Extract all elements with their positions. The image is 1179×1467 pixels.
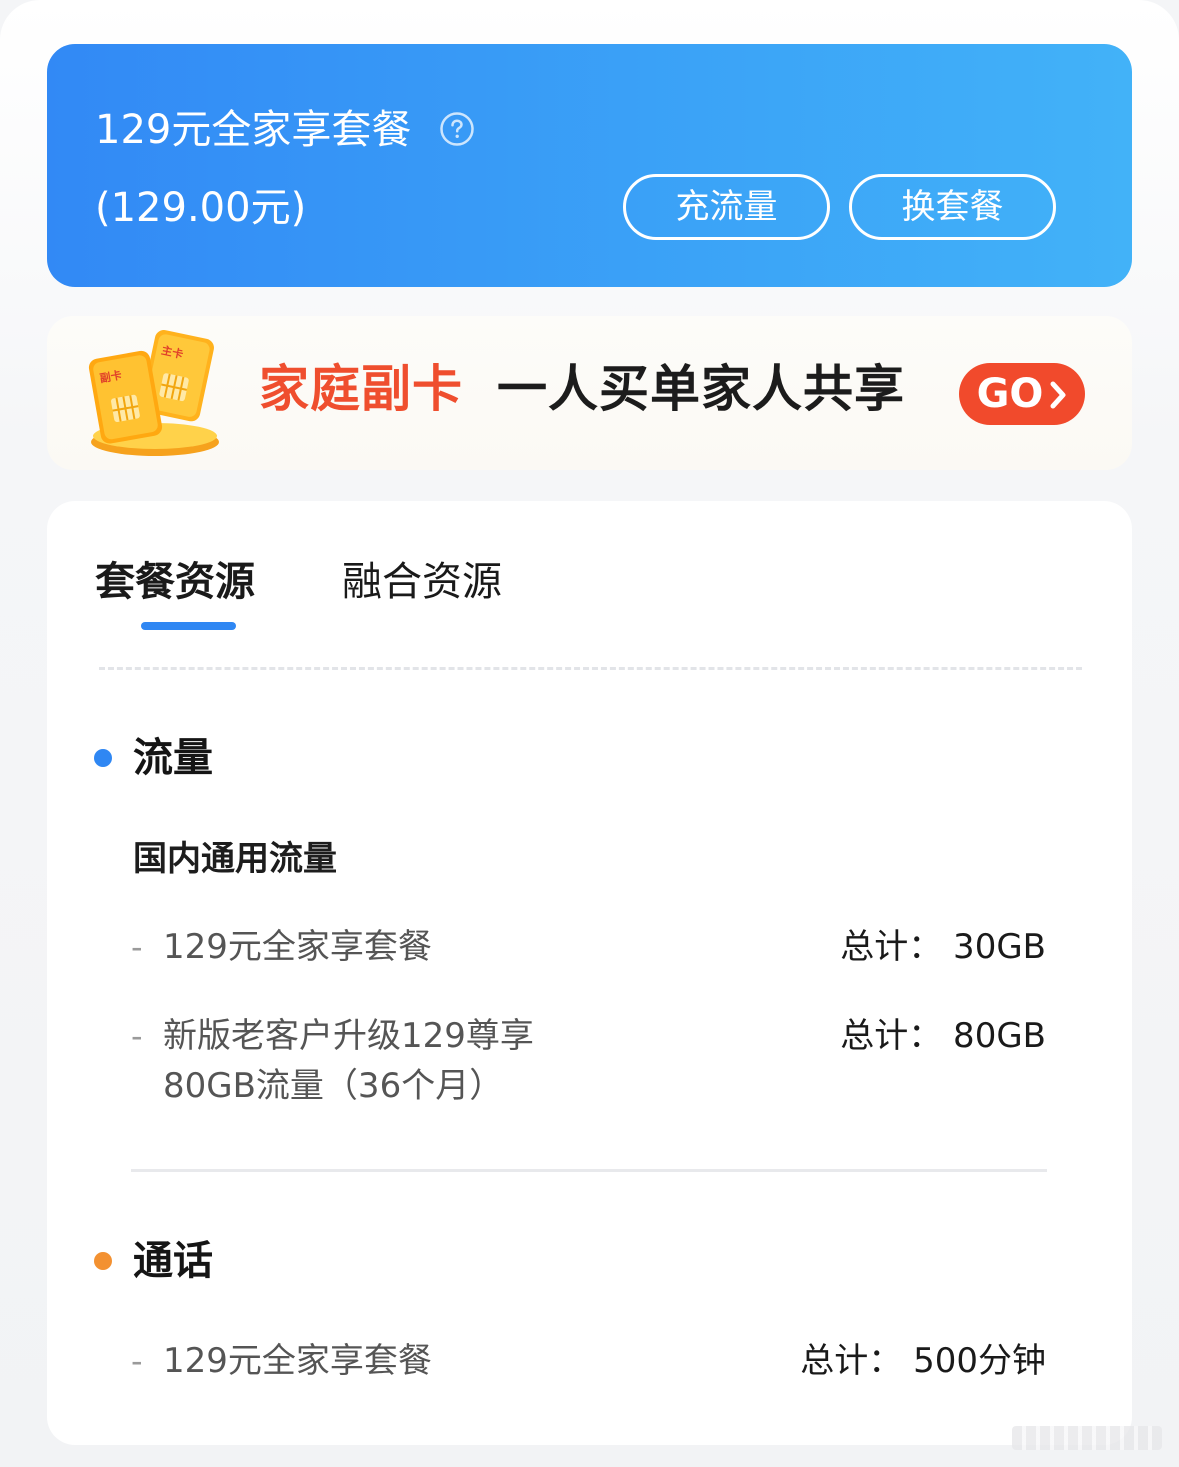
data-section-title: 流量 (133, 735, 213, 781)
data-item-name: 129元全家享套餐 (163, 927, 432, 967)
list-bullet: - (131, 1342, 143, 1380)
dashed-divider (99, 667, 1082, 670)
tab-package-resources[interactable]: 套餐资源 (95, 556, 255, 608)
list-bullet: - (131, 928, 143, 966)
recharge-data-button[interactable]: 充流量 (623, 174, 830, 240)
call-section-title: 通话 (133, 1238, 213, 1284)
help-icon[interactable] (439, 111, 475, 147)
domestic-data-subtitle: 国内通用流量 (133, 839, 337, 879)
data-item-name-line1: 新版老客户升级129尊享 (163, 1016, 534, 1056)
chevron-right-icon (1050, 381, 1066, 409)
section-divider (131, 1169, 1047, 1172)
sim-card-icon: 主卡 副卡 (88, 330, 219, 456)
call-item-total: 总计： 500分钟 (800, 1341, 1046, 1381)
data-item-total: 总计： 30GB (840, 927, 1046, 967)
go-label: GO (976, 371, 1044, 417)
call-item-name: 129元全家享套餐 (163, 1341, 432, 1381)
active-tab-indicator (141, 622, 236, 630)
family-card-banner[interactable]: 主卡 副卡 家庭副卡 一人买单家人共享 GO (47, 316, 1132, 470)
home-indicator (1012, 1426, 1162, 1450)
resources-card: 套餐资源 融合资源 流量 国内通用流量 - 129元全家享套餐 总计： 30GB… (47, 501, 1132, 1445)
plan-price: (129.00元) (95, 185, 307, 231)
data-section-dot (94, 749, 112, 767)
banner-highlight: 家庭副卡 (259, 360, 463, 418)
data-item-name-line2: 80GB流量（36个月） (163, 1066, 504, 1106)
change-plan-button[interactable]: 换套餐 (849, 174, 1056, 240)
list-bullet: - (131, 1017, 143, 1055)
tab-fusion-resources[interactable]: 融合资源 (342, 556, 502, 608)
banner-slogan: 一人买单家人共享 (497, 360, 905, 418)
plan-card: 129元全家享套餐 (129.00元) 充流量 换套餐 (47, 44, 1132, 287)
plan-title: 129元全家享套餐 (95, 107, 412, 153)
call-section-dot (94, 1252, 112, 1270)
page: 129元全家享套餐 (129.00元) 充流量 换套餐 主卡 副卡 家庭副卡 一… (0, 0, 1179, 1467)
go-button[interactable]: GO (959, 363, 1085, 425)
data-item-total: 总计： 80GB (840, 1016, 1046, 1056)
